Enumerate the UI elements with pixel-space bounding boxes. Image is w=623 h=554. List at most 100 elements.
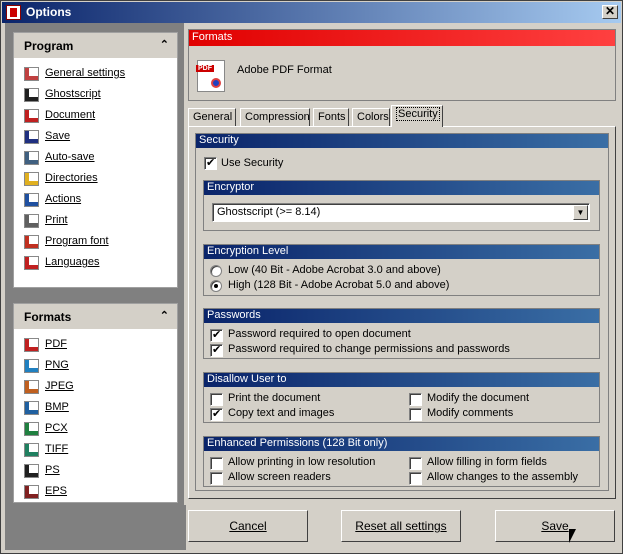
formats-group-header[interactable]: Formats ⌃ xyxy=(14,304,177,330)
mouse-pointer-icon xyxy=(569,529,583,543)
pcx-icon xyxy=(24,422,39,436)
allow-form-fields-checkbox[interactable] xyxy=(409,457,422,470)
allow-screen-readers-checkbox[interactable] xyxy=(210,472,223,485)
print-icon xyxy=(24,214,39,228)
low-encryption-label: Low (40 Bit - Adobe Acrobat 3.0 and abov… xyxy=(228,264,441,276)
nav-item-label: Auto-save xyxy=(45,151,95,163)
disallow-print-label: Print the document xyxy=(228,392,321,404)
options-window: Options ✕ Program ⌃ General settings Ghos… xyxy=(0,0,623,554)
auto-save-icon xyxy=(24,151,39,165)
collapse-chevron-icon[interactable]: ⌃ xyxy=(160,38,169,51)
change-password-checkbox[interactable] xyxy=(210,343,223,357)
tab-fonts[interactable]: Fonts xyxy=(313,108,349,127)
nav-item-label: Languages xyxy=(45,256,100,268)
change-password-label: Password required to change permissions … xyxy=(228,343,510,355)
encryptor-section: Encryptor Ghostscript (>= 8.14) ▼ xyxy=(203,180,600,231)
disallow-modify-comments-label: Modify comments xyxy=(427,407,514,419)
save-icon xyxy=(24,130,39,144)
languages-icon xyxy=(24,256,39,270)
disallow-modify-doc-checkbox[interactable] xyxy=(409,393,422,406)
format-header-box: Formats PDF Adobe PDF Format xyxy=(188,29,616,101)
open-password-label: Password required to open document xyxy=(228,328,411,340)
use-security-label: Use Security xyxy=(221,157,284,169)
save-button[interactable]: Save xyxy=(495,510,615,542)
formats-group: Formats ⌃ PDF PNG JPEG BMP PCX TIFF PS EPS xyxy=(13,303,178,503)
allow-assembly-label: Allow changes to the assembly xyxy=(427,471,579,483)
cancel-button[interactable]: Cancel xyxy=(188,510,308,542)
allow-low-res-checkbox[interactable] xyxy=(210,457,223,470)
nav-item-label: Save xyxy=(45,130,71,142)
enhanced-permissions-section: Enhanced Permissions (128 Bit only) Allo… xyxy=(203,436,600,487)
encryptor-select[interactable]: Ghostscript (>= 8.14) ▼ xyxy=(212,203,590,222)
low-encryption-radio[interactable] xyxy=(210,265,222,277)
program-group-header[interactable]: Program ⌃ xyxy=(14,33,177,59)
nav-item-label: JPEG xyxy=(45,380,74,392)
png-icon xyxy=(24,359,39,373)
enhanced-permissions-heading: Enhanced Permissions (128 Bit only) xyxy=(204,437,599,451)
disallow-modify-comments-checkbox[interactable] xyxy=(409,408,422,421)
allow-assembly-checkbox[interactable] xyxy=(409,472,422,485)
nav-item-label: PNG xyxy=(45,359,69,371)
nav-item-label: Ghostscript xyxy=(45,88,101,100)
jpeg-icon xyxy=(24,380,39,394)
encryptor-value: Ghostscript (>= 8.14) xyxy=(217,206,321,218)
ps-icon xyxy=(24,464,39,478)
nav-item-label: Program font xyxy=(45,235,109,247)
disallow-print-checkbox[interactable] xyxy=(210,393,223,406)
close-button[interactable]: ✕ xyxy=(602,5,618,19)
format-name: Adobe PDF Format xyxy=(237,64,332,76)
collapse-chevron-icon[interactable]: ⌃ xyxy=(160,309,169,322)
nav-item-label: General settings xyxy=(45,67,126,79)
security-section: Security Use Security Encryptor Ghostscr… xyxy=(195,133,609,491)
disallow-section: Disallow User to Print the document Copy… xyxy=(203,372,600,423)
nav-item-label: Directories xyxy=(45,172,98,184)
reset-settings-button[interactable]: Reset all settings xyxy=(341,510,461,542)
allow-low-res-label: Allow printing in low resolution xyxy=(228,456,376,468)
nav-item-label: PDF xyxy=(45,338,67,350)
tab-security[interactable]: Security xyxy=(391,105,443,127)
tab-general[interactable]: General xyxy=(188,108,236,127)
nav-item-label: TIFF xyxy=(45,443,69,455)
security-tab-body: Security Use Security Encryptor Ghostscr… xyxy=(188,126,616,499)
nav-item-label: EPS xyxy=(45,485,68,497)
nav-item-label: Actions xyxy=(45,193,82,205)
encryption-level-heading: Encryption Level xyxy=(204,245,599,259)
eps-icon xyxy=(24,485,39,499)
nav-item-label: Document xyxy=(45,109,96,121)
allow-form-fields-label: Allow filling in form fields xyxy=(427,456,547,468)
use-security-checkbox[interactable] xyxy=(204,156,217,170)
dropdown-arrow-icon[interactable]: ▼ xyxy=(573,205,588,220)
disallow-copy-checkbox[interactable] xyxy=(210,407,223,421)
general-settings-icon xyxy=(24,67,39,81)
directories-icon xyxy=(24,172,39,186)
nav-item-label: PS xyxy=(45,464,60,476)
pdf-format-icon: PDF xyxy=(196,60,225,92)
encryption-level-section: Encryption Level Low (40 Bit - Adobe Acr… xyxy=(203,244,600,296)
nav-item-label: PCX xyxy=(45,422,68,434)
bmp-icon xyxy=(24,401,39,415)
allow-screen-readers-label: Allow screen readers xyxy=(228,471,331,483)
actions-icon xyxy=(24,193,39,207)
disallow-copy-label: Copy text and images xyxy=(228,407,335,419)
tab-compression[interactable]: Compression xyxy=(240,108,310,127)
security-heading: Security xyxy=(196,134,608,148)
tab-colors[interactable]: Colors xyxy=(352,108,390,127)
program-group-title: Program xyxy=(24,39,74,53)
passwords-section: Passwords Password required to open docu… xyxy=(203,308,600,359)
high-encryption-radio[interactable] xyxy=(210,280,222,292)
disallow-heading: Disallow User to xyxy=(204,373,599,387)
app-icon xyxy=(6,5,21,20)
navigation-panel: Program ⌃ General settings Ghostscript Doc… xyxy=(5,23,186,550)
nav-item-label: BMP xyxy=(45,401,69,413)
program-group: Program ⌃ General settings Ghostscript Doc… xyxy=(13,32,178,288)
high-encryption-label: High (128 Bit - Adobe Acrobat 5.0 and ab… xyxy=(228,279,450,291)
window-title: Options xyxy=(26,5,72,19)
nav-item-label: Print xyxy=(45,214,68,226)
open-password-checkbox[interactable] xyxy=(210,328,223,342)
pdf-icon xyxy=(24,338,39,352)
passwords-heading: Passwords xyxy=(204,309,599,323)
format-header-title: Formats xyxy=(189,30,615,46)
disallow-modify-doc-label: Modify the document xyxy=(427,392,530,404)
formats-group-title: Formats xyxy=(24,310,72,324)
encryptor-heading: Encryptor xyxy=(204,181,599,195)
